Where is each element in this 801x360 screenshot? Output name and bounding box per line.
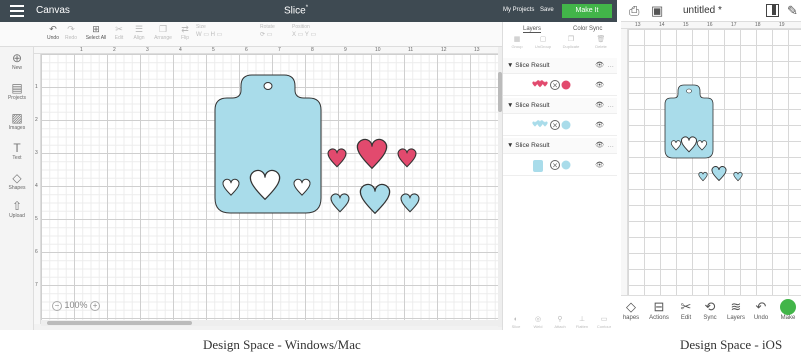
blue-heart[interactable] bbox=[400, 193, 420, 213]
ios-caption: Design Space - iOS bbox=[680, 337, 783, 352]
visibility-eye-icon[interactable]: 👁 bbox=[595, 121, 604, 129]
scroll-thumb[interactable] bbox=[47, 321, 192, 325]
desktop-caption: Design Space - Windows/Mac bbox=[203, 337, 361, 352]
layer-thumbnail: × bbox=[532, 120, 571, 130]
more-icon[interactable]: … bbox=[608, 138, 615, 154]
sync-icon: ⟲ bbox=[704, 299, 716, 314]
layer-thumbnail: × bbox=[532, 80, 571, 90]
my-projects-link[interactable]: My Projects bbox=[503, 7, 534, 13]
slice-icon: ◐ bbox=[513, 316, 519, 323]
blue-heart[interactable] bbox=[733, 171, 743, 182]
visibility-eye-icon[interactable]: 👁 bbox=[595, 138, 604, 154]
layer-row[interactable]: × 👁 bbox=[503, 114, 617, 136]
shapes-icon: ◇ bbox=[626, 299, 636, 314]
collapse-icon[interactable]: ▼ bbox=[507, 62, 515, 69]
save-link[interactable]: Save bbox=[540, 7, 554, 13]
more-icon[interactable]: … bbox=[608, 58, 615, 74]
ios-canvas-artwork bbox=[664, 84, 743, 182]
contour-icon: ▭ bbox=[600, 316, 608, 323]
svg-text:×: × bbox=[552, 122, 558, 130]
ios-layers-button[interactable]: ≋ Layers bbox=[723, 299, 749, 321]
layer-group[interactable]: ▼ Slice Result 👁… × 👁 bbox=[503, 58, 617, 96]
flatten-button[interactable]: ⊥ Flatten bbox=[571, 316, 593, 329]
visibility-eye-icon[interactable]: 👁 bbox=[595, 81, 604, 89]
zoom-level: 100% bbox=[64, 300, 88, 310]
visibility-eye-icon[interactable]: 👁 bbox=[595, 58, 604, 74]
flatten-icon: ⊥ bbox=[578, 316, 586, 323]
layer-row[interactable]: × 👁 bbox=[503, 74, 617, 96]
more-icon[interactable]: … bbox=[608, 98, 615, 114]
zoom-out-button[interactable]: − bbox=[52, 300, 62, 311]
duplicate-icon: ❐ bbox=[567, 36, 575, 43]
layers-icon: ≋ bbox=[730, 299, 742, 314]
weld-icon: ◎ bbox=[534, 316, 542, 323]
pink-heart[interactable] bbox=[356, 138, 388, 170]
attach-button[interactable]: ⚲ Attach bbox=[549, 316, 571, 329]
layer-group[interactable]: ▼ Slice Result 👁… × 👁 bbox=[503, 98, 617, 136]
layer-group-header[interactable]: ▼ Slice Result 👁… bbox=[503, 138, 617, 154]
blue-heart[interactable] bbox=[359, 183, 391, 215]
blue-heart[interactable] bbox=[698, 171, 708, 182]
make-it-button[interactable]: Make It bbox=[562, 4, 612, 18]
blue-heart[interactable] bbox=[711, 166, 727, 181]
layer-row[interactable]: × 👁 bbox=[503, 154, 617, 176]
ios-shapes-button[interactable]: ◇ hapes bbox=[621, 299, 643, 321]
actions-icon: ⊟ bbox=[653, 299, 665, 314]
blue-heart[interactable] bbox=[330, 193, 350, 213]
delete-icon: 🗑 bbox=[596, 36, 606, 43]
collapse-icon[interactable]: ▼ bbox=[507, 142, 515, 149]
ungroup-icon: ▢ bbox=[539, 36, 547, 43]
group-button[interactable]: ▦ Group bbox=[505, 36, 529, 49]
tab-color-sync[interactable]: Color Sync bbox=[573, 26, 602, 32]
weld-button[interactable]: ◎ Weld bbox=[527, 316, 549, 329]
duplicate-button[interactable]: ❐ Duplicate bbox=[559, 36, 583, 49]
collapse-icon[interactable]: ▼ bbox=[507, 102, 515, 109]
layers-panel: Layers Color Sync ▦ Group ▢ UnGroup ❐ Dupli… bbox=[502, 22, 617, 330]
ios-actions-button[interactable]: ⊟ Actions bbox=[645, 299, 673, 321]
contour-button[interactable]: ▭ Contour bbox=[593, 316, 615, 329]
ios-undo-button[interactable]: ↶ Undo bbox=[749, 299, 773, 321]
ungroup-button[interactable]: ▢ UnGroup bbox=[531, 36, 555, 49]
ios-make-button[interactable]: Make bbox=[776, 299, 800, 321]
layer-group-header[interactable]: ▼ Slice Result 👁… bbox=[503, 98, 617, 114]
zoom-control: − 100% + bbox=[52, 300, 101, 311]
horizontal-scrollbar[interactable] bbox=[41, 320, 498, 326]
pink-heart[interactable] bbox=[397, 148, 417, 168]
comparison-stage: Canvas Slice* My Projects Save Make It ↶… bbox=[0, 0, 801, 360]
ios-sync-button[interactable]: ⟲ Sync bbox=[699, 299, 721, 321]
ios-bottom-toolbar: ◇ hapes ⊟ Actions ✂ Edit ⟲ Sync ≋ Layers ↶ Und… bbox=[621, 295, 801, 330]
slice-button[interactable]: ◐ Slice bbox=[505, 316, 527, 329]
delete-button[interactable]: 🗑 Delete bbox=[589, 36, 613, 49]
svg-text:×: × bbox=[552, 82, 558, 90]
zoom-in-button[interactable]: + bbox=[90, 300, 101, 311]
canvas-artwork bbox=[214, 74, 420, 215]
make-icon bbox=[780, 299, 796, 315]
group-icon: ▦ bbox=[513, 36, 521, 43]
visibility-eye-icon[interactable]: 👁 bbox=[595, 161, 604, 169]
layer-thumbnail: × bbox=[533, 160, 571, 172]
attach-icon: ⚲ bbox=[557, 316, 563, 323]
layer-group[interactable]: ▼ Slice Result 👁… × 👁 bbox=[503, 138, 617, 176]
tab-layers[interactable]: Layers bbox=[523, 26, 542, 33]
pink-heart[interactable] bbox=[327, 148, 347, 168]
undo-icon: ↶ bbox=[755, 299, 767, 314]
ios-window: ⎙ ▣ untitled * ✎ 13 14 15 16 17 18 19 ◇ … bbox=[621, 0, 801, 330]
svg-text:×: × bbox=[552, 162, 558, 170]
visibility-eye-icon[interactable]: 👁 bbox=[595, 98, 604, 114]
ios-edit-button[interactable]: ✂ Edit bbox=[675, 299, 697, 321]
desktop-window: Canvas Slice* My Projects Save Make It ↶… bbox=[0, 0, 617, 330]
edit-icon: ✂ bbox=[680, 299, 692, 314]
layer-group-header[interactable]: ▼ Slice Result 👁… bbox=[503, 58, 617, 74]
